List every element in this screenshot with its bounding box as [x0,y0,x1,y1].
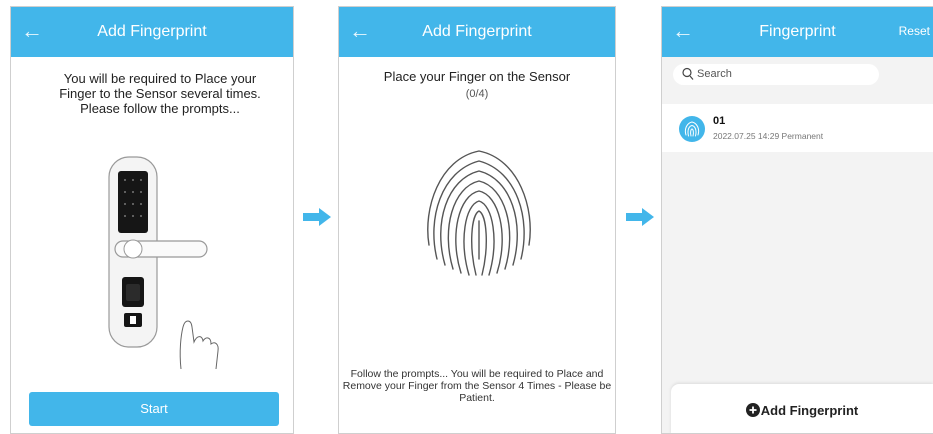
screen-fingerprint-list: ← Fingerprint Reset Search 01 2022.07.25… [661,6,933,434]
search-placeholder: Search [697,68,732,80]
screen-add-fingerprint-intro: ← Add Fingerprint You will be required t… [10,6,294,434]
reset-button[interactable]: Reset [899,24,930,38]
fingerprint-icon [684,121,700,137]
right-arrow-icon [626,208,654,226]
header: ← Add Fingerprint [11,7,293,57]
fingerprint-name: 01 [713,115,726,127]
header: ← Fingerprint Reset [662,7,933,57]
scan-progress-counter: (0/4) [465,88,489,100]
header: ← Add Fingerprint [339,7,615,57]
search-icon [682,67,694,80]
search-input[interactable]: Search [673,64,879,85]
right-arrow-icon [303,208,331,226]
place-finger-text: Place your Finger on the Sensor [383,69,571,84]
plus-circle-icon [745,403,760,417]
instruction-text: You will be required to Place your Finge… [59,71,261,116]
follow-prompts-text: Follow the prompts... You will be requir… [342,368,612,404]
page-title: Add Fingerprint [97,23,207,40]
add-fingerprint-button[interactable]: Add Fingerprint [671,384,933,433]
add-fingerprint-label: Add Fingerprint [760,403,859,418]
fingerprint-list-item[interactable]: 01 2022.07.25 14:29 Permanent [662,104,933,152]
fingerprint-meta: 2022.07.25 14:29 Permanent [713,131,824,141]
start-button[interactable]: Start [29,392,279,426]
screen-add-fingerprint-scan: ← Add Fingerprint Place your Finger on t… [338,6,616,434]
fingerprint-avatar [679,116,705,142]
door-lock-illustration [108,156,219,370]
page-title: Add Fingerprint [422,23,532,40]
fingerprint-icon [427,150,531,276]
page-title: Fingerprint [759,23,836,40]
